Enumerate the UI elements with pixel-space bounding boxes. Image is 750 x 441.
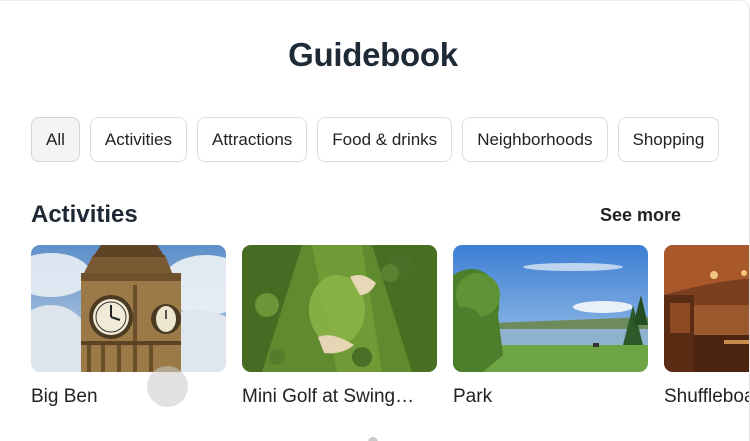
see-more-link[interactable]: See more	[600, 205, 681, 226]
activity-card-label: Mini Golf at Swing…	[242, 386, 415, 407]
activity-card-label: Park	[453, 386, 493, 407]
scroll-indicator[interactable]	[368, 437, 378, 441]
bar-interior-image	[664, 245, 749, 372]
activity-card-shuffleboard[interactable]: Shuffleboard	[664, 245, 749, 408]
section-title-activities: Activities	[31, 201, 138, 228]
golf-course-image	[242, 245, 437, 372]
page-title: Guidebook	[288, 36, 458, 73]
chip-food-drinks[interactable]: Food & drinks	[317, 117, 453, 162]
category-filter-bar: All Activities Attractions Food & drinks…	[31, 117, 720, 162]
chip-attractions[interactable]: Attractions	[196, 117, 308, 162]
park-image	[453, 245, 648, 372]
activity-card-mini-golf[interactable]: Mini Golf at Swing…	[242, 245, 437, 408]
big-ben-image	[31, 245, 226, 372]
chip-neighborhoods[interactable]: Neighborhoods	[462, 117, 608, 162]
chip-all[interactable]: All	[31, 117, 80, 162]
chip-activities[interactable]: Activities	[89, 117, 187, 162]
guidebook-panel: Guidebook All Activities Attractions Foo…	[0, 0, 750, 441]
activity-card-big-ben[interactable]: Big Ben	[31, 245, 226, 408]
activity-card-label: Big Ben	[31, 386, 98, 407]
activities-carousel: Big Ben Mini Golf at Swing… Park Shuffle…	[31, 245, 749, 408]
chip-shopping[interactable]: Shopping	[617, 117, 720, 162]
activity-card-park[interactable]: Park	[453, 245, 648, 408]
activity-card-label: Shuffleboard	[664, 386, 749, 407]
